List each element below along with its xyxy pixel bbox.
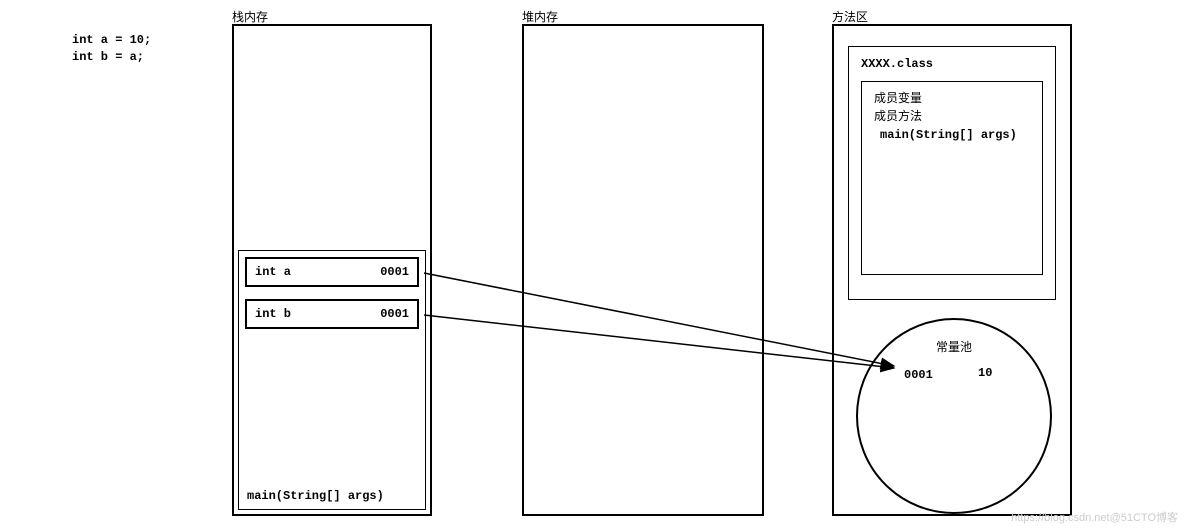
member-var-label: 成员变量 (874, 90, 1030, 108)
main-signature: main(String[] args) (874, 126, 1030, 144)
constant-pool: 常量池 0001 10 (856, 318, 1052, 514)
heap-memory-box (522, 24, 764, 516)
watermark: https://blog.csdn.net@51CTO博客 (1011, 509, 1178, 525)
stack-var-name: int a (255, 265, 291, 279)
stack-frame-main: int a 0001 int b 0001 main(String[] args… (238, 250, 426, 510)
heap-region-label: 堆内存 (522, 8, 558, 25)
class-name: XXXX.class (861, 57, 1043, 71)
code-line-1: int a = 10; (72, 32, 151, 49)
constant-pool-title: 常量池 (936, 338, 972, 355)
stack-var-row: int a 0001 (245, 257, 419, 287)
stack-region-label: 栈内存 (232, 8, 268, 25)
stack-var-row: int b 0001 (245, 299, 419, 329)
stack-var-addr: 0001 (380, 307, 409, 321)
class-inner-box: 成员变量 成员方法 main(String[] args) (861, 81, 1043, 275)
method-area-box: XXXX.class 成员变量 成员方法 main(String[] args)… (832, 24, 1072, 516)
stack-frame-label: main(String[] args) (247, 489, 384, 503)
class-box: XXXX.class 成员变量 成员方法 main(String[] args) (848, 46, 1056, 300)
stack-var-name: int b (255, 307, 291, 321)
stack-memory-box: int a 0001 int b 0001 main(String[] args… (232, 24, 432, 516)
code-snippet: int a = 10; int b = a; (72, 32, 151, 66)
constant-pool-value: 10 (978, 366, 992, 380)
member-method-label: 成员方法 (874, 108, 1030, 126)
stack-var-addr: 0001 (380, 265, 409, 279)
constant-pool-circle: 常量池 0001 10 (856, 318, 1052, 514)
code-line-2: int b = a; (72, 49, 151, 66)
method-region-label: 方法区 (832, 8, 868, 25)
constant-pool-addr: 0001 (904, 368, 933, 382)
